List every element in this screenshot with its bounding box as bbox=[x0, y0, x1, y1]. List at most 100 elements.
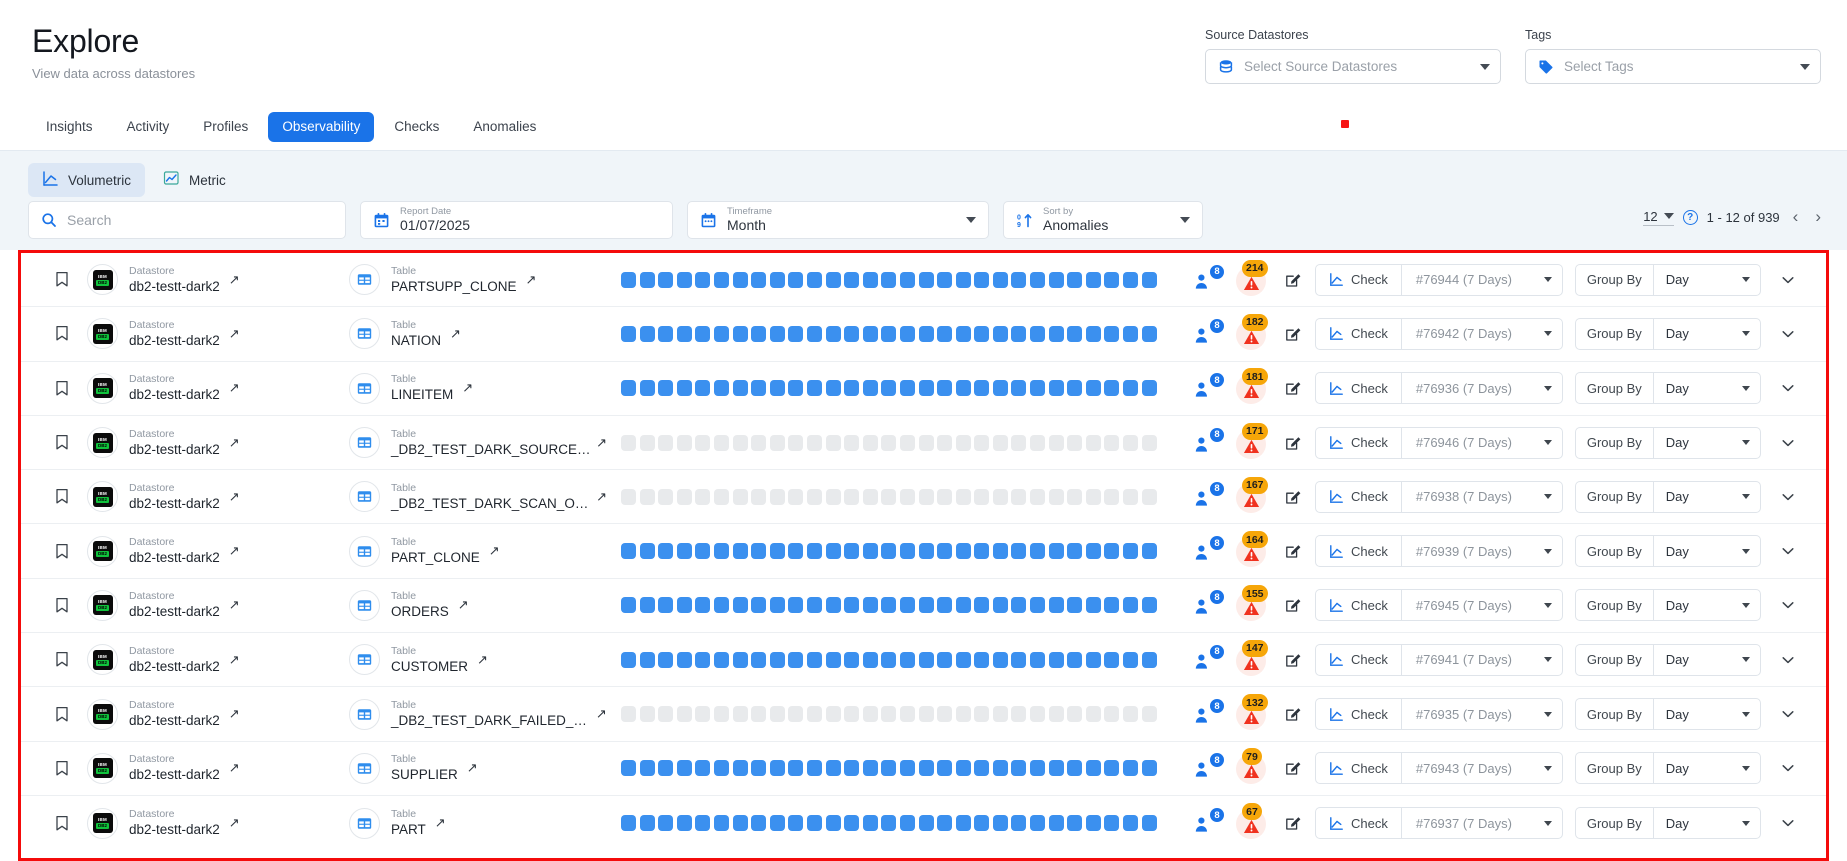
tab-anomalies[interactable]: Anomalies bbox=[459, 112, 550, 142]
sort-by-field[interactable]: 09 Sort by Anomalies bbox=[1003, 201, 1203, 239]
bookmark-icon[interactable] bbox=[55, 760, 77, 777]
prev-page-button[interactable]: ‹ bbox=[1789, 207, 1803, 227]
edit-icon[interactable] bbox=[1285, 489, 1301, 505]
check-id-dropdown[interactable]: #76943 (7 Days) bbox=[1402, 753, 1562, 783]
check-button[interactable]: Check bbox=[1316, 318, 1402, 349]
page-size-selector[interactable]: 12 bbox=[1643, 209, 1674, 226]
bookmark-icon[interactable] bbox=[55, 434, 77, 451]
row-expand-chevron[interactable] bbox=[1779, 596, 1797, 614]
bookmark-icon[interactable] bbox=[55, 380, 77, 397]
anomalies-badge[interactable]: 181 bbox=[1234, 368, 1272, 405]
row-expand-chevron[interactable] bbox=[1779, 759, 1797, 777]
users-badge[interactable]: 8 bbox=[1195, 589, 1225, 620]
bookmark-icon[interactable] bbox=[55, 706, 77, 723]
group-by-dropdown[interactable]: Day bbox=[1654, 699, 1760, 729]
anomalies-badge[interactable]: 171 bbox=[1234, 422, 1272, 460]
check-id-dropdown[interactable]: #76936 (7 Days) bbox=[1402, 373, 1562, 403]
datastore-open-icon[interactable]: ↗ bbox=[229, 597, 240, 613]
datastore-open-icon[interactable]: ↗ bbox=[229, 380, 240, 396]
row-expand-chevron[interactable] bbox=[1779, 814, 1797, 832]
row-expand-chevron[interactable] bbox=[1779, 271, 1797, 289]
check-id-dropdown[interactable]: #76944 (7 Days) bbox=[1402, 265, 1562, 295]
edit-icon[interactable] bbox=[1285, 326, 1301, 342]
row-expand-chevron[interactable] bbox=[1779, 651, 1797, 669]
users-badge[interactable]: 8 bbox=[1195, 807, 1225, 838]
anomalies-badge[interactable]: 214 bbox=[1234, 259, 1272, 297]
check-button[interactable]: Check bbox=[1316, 481, 1402, 512]
edit-icon[interactable] bbox=[1285, 272, 1301, 288]
tab-checks[interactable]: Checks bbox=[380, 112, 453, 142]
timeframe-field[interactable]: Timeframe Month bbox=[687, 201, 989, 239]
users-badge[interactable]: 8 bbox=[1195, 263, 1225, 295]
check-button[interactable]: Check bbox=[1316, 264, 1402, 295]
report-date-field[interactable]: Report Date 01/07/2025 bbox=[360, 201, 673, 239]
anomalies-badge[interactable]: 67 bbox=[1234, 803, 1272, 840]
datastore-open-icon[interactable]: ↗ bbox=[229, 435, 240, 451]
check-button[interactable]: Check bbox=[1316, 590, 1402, 621]
table-row[interactable]: IBM DB2 Datastore db2-testt-dark2 ↗ Table… bbox=[21, 633, 1826, 688]
datastore-open-icon[interactable]: ↗ bbox=[229, 760, 240, 776]
anomalies-badge[interactable]: 167 bbox=[1234, 476, 1272, 514]
table-open-icon[interactable]: ↗ bbox=[467, 760, 478, 776]
table-row[interactable]: IBM DB2 Datastore db2-testt-dark2 ↗ Table… bbox=[21, 361, 1826, 416]
row-expand-chevron[interactable] bbox=[1779, 434, 1797, 452]
source-datastores-select[interactable]: Select Source Datastores bbox=[1205, 49, 1501, 84]
bookmark-icon[interactable] bbox=[55, 815, 77, 832]
bookmark-icon[interactable] bbox=[55, 597, 77, 614]
bookmark-icon[interactable] bbox=[55, 543, 77, 560]
search-field[interactable]: Search bbox=[28, 201, 346, 239]
users-badge[interactable]: 8 bbox=[1195, 372, 1225, 403]
help-circle-icon[interactable]: ? bbox=[1682, 209, 1698, 225]
anomalies-badge[interactable]: 132 bbox=[1234, 694, 1272, 731]
table-open-icon[interactable]: ↗ bbox=[435, 815, 446, 831]
tab-activity[interactable]: Activity bbox=[113, 112, 184, 142]
group-by-dropdown[interactable]: Day bbox=[1654, 808, 1760, 838]
group-by-dropdown[interactable]: Day bbox=[1654, 753, 1760, 783]
table-open-icon[interactable]: ↗ bbox=[450, 326, 461, 342]
table-row[interactable]: IBM DB2 Datastore db2-testt-dark2 ↗ Table… bbox=[21, 687, 1826, 742]
check-id-dropdown[interactable]: #76935 (7 Days) bbox=[1402, 699, 1562, 729]
table-row[interactable]: IBM DB2 Datastore db2-testt-dark2 ↗ Table… bbox=[21, 307, 1826, 362]
group-by-dropdown[interactable]: Day bbox=[1654, 265, 1760, 295]
bookmark-icon[interactable] bbox=[55, 325, 77, 342]
table-row[interactable]: IBM DB2 Datastore db2-testt-dark2 ↗ Table… bbox=[21, 524, 1826, 579]
check-id-dropdown[interactable]: #76945 (7 Days) bbox=[1402, 590, 1562, 620]
users-badge[interactable]: 8 bbox=[1195, 426, 1225, 458]
table-row[interactable]: IBM DB2 Datastore db2-testt-dark2 ↗ Table… bbox=[21, 253, 1826, 308]
next-page-button[interactable]: › bbox=[1811, 207, 1825, 227]
check-button[interactable]: Check bbox=[1316, 808, 1402, 839]
edit-icon[interactable] bbox=[1285, 597, 1301, 613]
anomalies-badge[interactable]: 164 bbox=[1234, 531, 1272, 568]
row-expand-chevron[interactable] bbox=[1779, 542, 1797, 560]
table-open-icon[interactable]: ↗ bbox=[526, 272, 537, 288]
datastore-open-icon[interactable]: ↗ bbox=[229, 326, 240, 342]
users-badge[interactable]: 8 bbox=[1195, 698, 1225, 729]
datastore-open-icon[interactable]: ↗ bbox=[229, 272, 240, 288]
check-id-dropdown[interactable]: #76942 (7 Days) bbox=[1402, 319, 1562, 349]
tab-profiles[interactable]: Profiles bbox=[189, 112, 262, 142]
group-by-dropdown[interactable]: Day bbox=[1654, 373, 1760, 403]
anomalies-badge[interactable]: 147 bbox=[1234, 639, 1272, 677]
check-button[interactable]: Check bbox=[1316, 644, 1402, 675]
mode-metric[interactable]: Metric bbox=[149, 163, 240, 197]
datastore-open-icon[interactable]: ↗ bbox=[229, 706, 240, 722]
group-by-dropdown[interactable]: Day bbox=[1654, 482, 1760, 512]
edit-icon[interactable] bbox=[1285, 543, 1301, 559]
table-open-icon[interactable]: ↗ bbox=[458, 597, 469, 613]
check-id-dropdown[interactable]: #76938 (7 Days) bbox=[1402, 482, 1562, 512]
table-open-icon[interactable]: ↗ bbox=[477, 652, 488, 668]
table-row[interactable]: IBM DB2 Datastore db2-testt-dark2 ↗ Table… bbox=[21, 415, 1826, 471]
group-by-dropdown[interactable]: Day bbox=[1654, 590, 1760, 620]
bookmark-icon[interactable] bbox=[55, 488, 77, 505]
table-row[interactable]: IBM DB2 Datastore db2-testt-dark2 ↗ Table… bbox=[21, 578, 1826, 634]
table-open-icon[interactable]: ↗ bbox=[596, 489, 607, 505]
datastore-open-icon[interactable]: ↗ bbox=[229, 543, 240, 559]
group-by-dropdown[interactable]: Day bbox=[1654, 428, 1760, 458]
check-id-dropdown[interactable]: #76946 (7 Days) bbox=[1402, 428, 1562, 458]
tags-select[interactable]: Select Tags bbox=[1525, 49, 1821, 84]
datastore-open-icon[interactable]: ↗ bbox=[229, 815, 240, 831]
users-badge[interactable]: 8 bbox=[1195, 535, 1225, 566]
users-badge[interactable]: 8 bbox=[1195, 643, 1225, 675]
table-row[interactable]: IBM DB2 Datastore db2-testt-dark2 ↗ Table… bbox=[21, 795, 1826, 851]
edit-icon[interactable] bbox=[1285, 706, 1301, 722]
